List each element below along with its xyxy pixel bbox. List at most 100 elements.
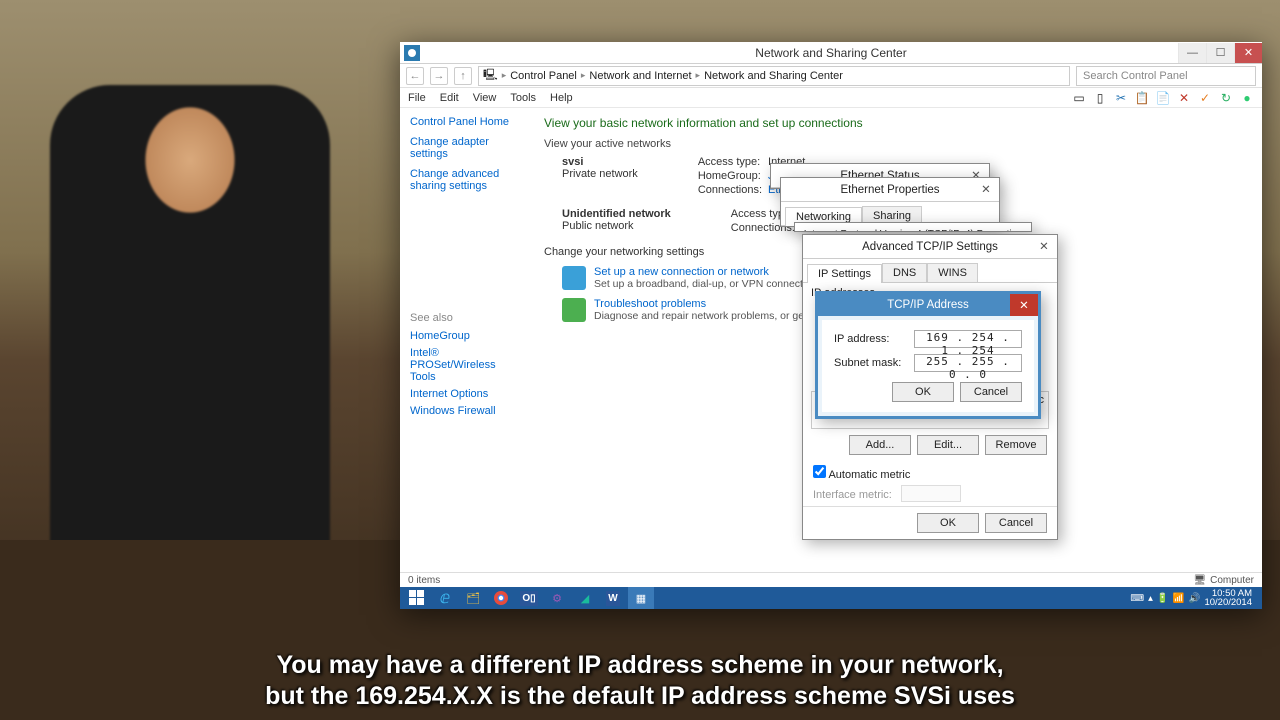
page-heading: View your basic network information and … bbox=[544, 116, 1248, 130]
menu-view[interactable]: View bbox=[473, 92, 497, 104]
tab-ip-settings[interactable]: IP Settings bbox=[807, 264, 882, 283]
up-button[interactable]: ↑ bbox=[454, 67, 472, 85]
add-button[interactable]: Add... bbox=[849, 435, 911, 455]
menu-help[interactable]: Help bbox=[550, 92, 573, 104]
tab-wins[interactable]: WINS bbox=[927, 263, 978, 282]
dialog-title: Internet Protocol Version 4 (TCP/IPv4) P… bbox=[804, 229, 1022, 232]
delete-icon[interactable]: ✕ bbox=[1175, 89, 1193, 107]
see-also-link[interactable]: Intel® PROSet/Wireless Tools bbox=[410, 347, 520, 383]
cancel-button[interactable]: Cancel bbox=[985, 513, 1047, 533]
sidebar: Control Panel Home Change adapter settin… bbox=[400, 108, 530, 572]
toolbar: ▭ ▯ ✂ 📋 📄 ✕ ✓ ↻ ● bbox=[1070, 88, 1256, 108]
keyboard-icon[interactable]: ⌨ bbox=[1130, 593, 1144, 604]
outlook-icon[interactable]: O▯ bbox=[516, 587, 542, 609]
windows-desktop-screenshot: Network and Sharing Center — ☐ ✕ ← → ↑ 🖳… bbox=[400, 42, 1262, 609]
volume-icon[interactable]: 🔊 bbox=[1189, 593, 1201, 604]
ipv4-properties-dialog: Internet Protocol Version 4 (TCP/IPv4) P… bbox=[794, 222, 1032, 232]
ip-address-input[interactable]: 169 . 254 . 1 . 254 bbox=[914, 330, 1022, 348]
interface-metric-input bbox=[901, 485, 961, 502]
breadcrumb-bar: ← → ↑ 🖳 ▸ Control Panel ▸ Network and In… bbox=[400, 64, 1262, 88]
auto-metric-checkbox[interactable]: Automatic metric bbox=[813, 469, 910, 481]
back-button[interactable]: ← bbox=[406, 67, 424, 85]
status-items: 0 items bbox=[408, 575, 440, 586]
see-also-link[interactable]: Windows Firewall bbox=[410, 405, 520, 417]
status-computer: Computer bbox=[1210, 575, 1254, 586]
sidebar-link[interactable]: Change advanced sharing settings bbox=[410, 168, 520, 192]
refresh-icon[interactable]: ↻ bbox=[1217, 89, 1235, 107]
active-networks-label: View your active networks bbox=[544, 138, 1248, 150]
computer-icon: 🖥 bbox=[1193, 575, 1206, 586]
subnet-mask-label: Subnet mask: bbox=[834, 357, 904, 369]
tray-up-icon[interactable]: ▴ bbox=[1148, 593, 1153, 604]
breadcrumb-item[interactable]: Network and Internet bbox=[589, 70, 691, 82]
tool-icon[interactable]: ▭ bbox=[1070, 89, 1088, 107]
troubleshoot-icon bbox=[562, 298, 586, 322]
battery-icon[interactable]: 🔋 bbox=[1157, 593, 1169, 604]
see-also: See also HomeGroup Intel® PROSet/Wireles… bbox=[410, 312, 520, 417]
network-name: Unidentified network bbox=[562, 208, 671, 220]
forward-button[interactable]: → bbox=[430, 67, 448, 85]
scissors-icon[interactable]: ✂ bbox=[1112, 89, 1130, 107]
breadcrumb-icon: 🖳 bbox=[483, 66, 498, 85]
window-titlebar: Network and Sharing Center — ☐ ✕ bbox=[400, 42, 1262, 64]
close-icon[interactable]: ✕ bbox=[1010, 294, 1038, 316]
tab-dns[interactable]: DNS bbox=[882, 263, 927, 282]
globe-icon[interactable]: ● bbox=[1238, 89, 1256, 107]
network-name: svsi bbox=[562, 156, 583, 168]
taskbar: ⅇ 🗂 O▯ ⚙ ◢ W ▦ ⌨ ▴ 🔋 📶 🔊 10:50 AM 10/20/… bbox=[400, 587, 1262, 609]
menu-file[interactable]: File bbox=[408, 92, 426, 104]
presenter-person bbox=[50, 85, 330, 585]
edit-button[interactable]: Edit... bbox=[917, 435, 979, 455]
check-icon[interactable]: ✓ bbox=[1196, 89, 1214, 107]
subnet-mask-input[interactable]: 255 . 255 . 0 . 0 bbox=[914, 354, 1022, 372]
interface-metric-label: Interface metric: bbox=[813, 489, 892, 501]
label: Connections: bbox=[698, 184, 762, 196]
window-title: Network and Sharing Center bbox=[400, 46, 1262, 60]
ethernet-properties-dialog: Ethernet Properties ✕ Networking Sharing bbox=[780, 177, 1000, 227]
connection-icon bbox=[562, 266, 586, 290]
tcpip-address-modal: TCP/IP Address ✕ IP address: 169 . 254 .… bbox=[815, 291, 1041, 419]
network-icon[interactable]: 📶 bbox=[1173, 593, 1185, 604]
see-also-link[interactable]: Internet Options bbox=[410, 388, 520, 400]
menu-edit[interactable]: Edit bbox=[440, 92, 459, 104]
search-input[interactable]: Search Control Panel bbox=[1076, 66, 1256, 86]
dialog-title: Advanced TCP/IP Settings bbox=[862, 241, 998, 253]
sidebar-link[interactable]: Change adapter settings bbox=[410, 136, 520, 160]
menu-tools[interactable]: Tools bbox=[510, 92, 536, 104]
network-type: Private network bbox=[562, 168, 638, 180]
paste-icon[interactable]: 📄 bbox=[1154, 89, 1172, 107]
ie-icon[interactable]: ⅇ bbox=[432, 587, 458, 609]
ok-button[interactable]: OK bbox=[917, 513, 979, 533]
chrome-icon[interactable] bbox=[488, 587, 514, 609]
status-bar: 0 items 🖥 Computer bbox=[400, 572, 1262, 587]
see-also-link[interactable]: HomeGroup bbox=[410, 330, 520, 342]
tool-icon[interactable]: ▯ bbox=[1091, 89, 1109, 107]
dialog-title: Ethernet Properties bbox=[840, 184, 939, 196]
system-tray: ⌨ ▴ 🔋 📶 🔊 10:50 AM 10/20/2014 bbox=[1130, 589, 1258, 608]
copy-icon[interactable]: 📋 bbox=[1133, 89, 1151, 107]
ip-address-label: IP address: bbox=[834, 333, 904, 345]
word-icon[interactable]: W bbox=[600, 587, 626, 609]
app-icon[interactable]: ◢ bbox=[572, 587, 598, 609]
ok-button[interactable]: OK bbox=[892, 382, 954, 402]
active-app-icon[interactable]: ▦ bbox=[628, 587, 654, 609]
clock[interactable]: 10:50 AM 10/20/2014 bbox=[1204, 589, 1252, 608]
breadcrumb-item[interactable]: Control Panel bbox=[510, 70, 577, 82]
close-icon[interactable]: ✕ bbox=[1033, 237, 1055, 255]
breadcrumb-item[interactable]: Network and Sharing Center bbox=[704, 70, 843, 82]
cancel-button[interactable]: Cancel bbox=[960, 382, 1022, 402]
explorer-icon[interactable]: 🗂 bbox=[460, 587, 486, 609]
label: Access type: bbox=[698, 156, 762, 168]
see-also-heading: See also bbox=[410, 312, 520, 324]
troubleshoot-link[interactable]: Troubleshoot problems bbox=[594, 298, 706, 310]
app-icon[interactable]: ⚙ bbox=[544, 587, 570, 609]
start-button[interactable] bbox=[404, 587, 430, 609]
modal-title: TCP/IP Address bbox=[887, 299, 969, 311]
setup-connection-link[interactable]: Set up a new connection or network bbox=[594, 266, 769, 278]
network-type: Public network bbox=[562, 220, 671, 232]
video-subtitle: You may have a different IP address sche… bbox=[0, 650, 1280, 713]
remove-button[interactable]: Remove bbox=[985, 435, 1047, 455]
control-panel-home-link[interactable]: Control Panel Home bbox=[410, 116, 520, 128]
close-icon[interactable]: ✕ bbox=[975, 180, 997, 198]
breadcrumb[interactable]: 🖳 ▸ Control Panel ▸ Network and Internet… bbox=[478, 66, 1070, 86]
